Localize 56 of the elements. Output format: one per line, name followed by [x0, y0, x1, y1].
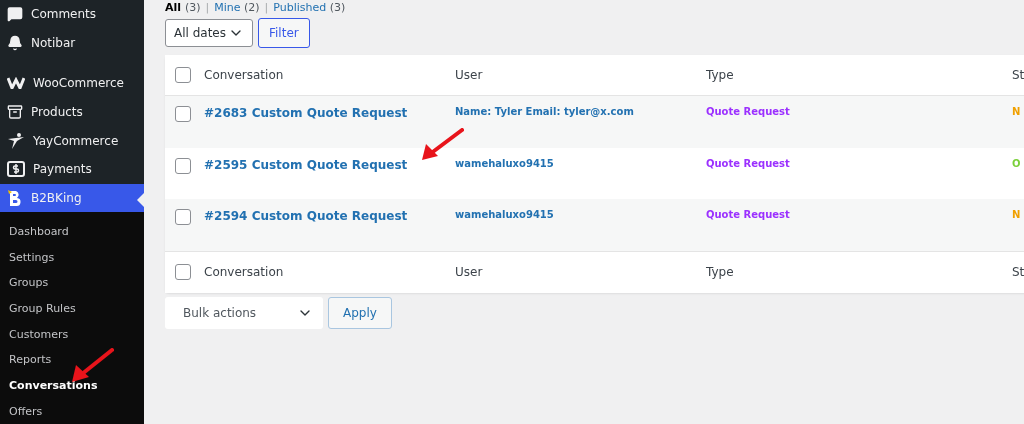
user-link[interactable]: wamehaluxo9415 — [455, 209, 706, 220]
dollar-icon — [7, 161, 25, 178]
select-all-checkbox[interactable] — [175, 67, 191, 83]
conversation-link[interactable]: #2594 Custom Quote Request — [204, 209, 455, 223]
menu-item[interactable]: WooCommerce — [0, 68, 144, 98]
conversation-link[interactable]: #2683 Custom Quote Request — [204, 106, 455, 120]
row-checkbox[interactable] — [175, 157, 191, 174]
column-header[interactable]: User — [455, 265, 706, 279]
submenu-item[interactable]: Group Rules — [0, 295, 144, 322]
submenu-item[interactable]: Conversations — [0, 372, 144, 399]
column-header[interactable]: Conversation — [204, 68, 455, 82]
apply-button[interactable]: Apply — [328, 297, 392, 329]
menu-item[interactable]: B2BKing — [0, 183, 144, 213]
comment-icon — [7, 6, 23, 23]
type-label: Quote Request — [706, 209, 791, 220]
row-checkbox[interactable] — [175, 209, 191, 225]
user-link[interactable]: wamehaluxo9415 — [455, 157, 706, 169]
column-header[interactable]: Conversation — [204, 265, 455, 279]
view-link[interactable]: Mine (2) — [214, 1, 260, 14]
menu-item[interactable]: Notibar — [0, 28, 144, 58]
box-icon — [7, 103, 23, 120]
column-header[interactable]: User — [455, 68, 706, 82]
submenu-item[interactable]: Dashboard — [0, 218, 144, 245]
status-label: O — [1012, 157, 1022, 169]
submenu-item[interactable]: Groups — [0, 269, 144, 296]
column-header[interactable]: St — [1012, 68, 1024, 82]
figure-icon — [7, 131, 25, 150]
menu-item[interactable]: Products — [0, 97, 144, 127]
date-dropdown[interactable]: All dates — [165, 19, 253, 47]
status-label: N — [1012, 106, 1022, 117]
bulk-actions-dropdown[interactable]: Bulk actions — [165, 297, 323, 329]
zigzag-logo-icon — [7, 76, 25, 89]
menu-item[interactable]: Payments — [0, 154, 144, 184]
column-header[interactable]: Type — [706, 265, 1012, 279]
bell-icon — [7, 35, 23, 52]
separator: | — [205, 1, 210, 14]
type-label: Quote Request — [706, 157, 791, 169]
submenu-item[interactable]: Settings — [0, 244, 144, 270]
submenu-item[interactable]: Offers — [0, 398, 144, 424]
menu-item[interactable]: Comments — [0, 0, 144, 29]
submenu-item[interactable]: Reports — [0, 346, 144, 373]
submenu-item[interactable]: Customers — [0, 321, 144, 347]
menu-item[interactable]: YayCommerce — [0, 126, 144, 155]
separator: | — [264, 1, 269, 14]
status-label: N — [1012, 209, 1022, 220]
conversation-link[interactable]: #2595 Custom Quote Request — [204, 157, 455, 172]
view-link[interactable]: Published (3) — [273, 1, 346, 14]
filter-button[interactable]: Filter — [258, 18, 310, 48]
type-label: Quote Request — [706, 106, 791, 117]
column-header[interactable]: St — [1012, 265, 1024, 279]
view-link[interactable]: All (3) — [165, 1, 201, 14]
select-all-checkbox[interactable] — [175, 264, 191, 280]
user-link[interactable]: Name: Tyler Email: tyler@x.com — [455, 106, 706, 117]
column-header[interactable]: Type — [706, 68, 1012, 82]
plugin-logo-icon — [7, 189, 23, 208]
row-checkbox[interactable] — [175, 106, 191, 122]
